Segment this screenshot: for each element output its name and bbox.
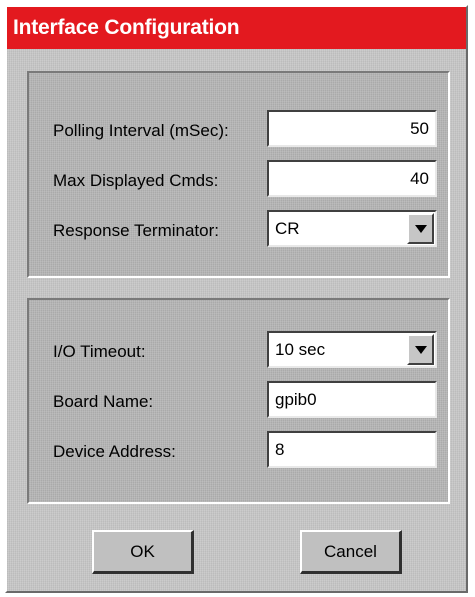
- max-displayed-cmds-input[interactable]: 40: [267, 160, 437, 197]
- board-name-input[interactable]: gpib0: [267, 381, 437, 418]
- dialog-title: Interface Configuration: [7, 7, 466, 49]
- gpib-settings-group: I/O Timeout: 10 sec Board Name: gpib0 De…: [27, 298, 450, 504]
- device-address-input[interactable]: 8: [267, 431, 437, 468]
- board-name-label: Board Name:: [53, 392, 154, 411]
- polling-interval-input[interactable]: 50: [267, 110, 437, 147]
- interface-configuration-dialog: Interface Configuration Polling Interval…: [5, 5, 468, 593]
- response-terminator-label: Response Terminator:: [53, 221, 219, 240]
- io-timeout-select[interactable]: 10 sec: [267, 331, 437, 368]
- display-settings-group: Polling Interval (mSec): 50 Max Displaye…: [27, 71, 450, 278]
- device-address-label: Device Address:: [53, 442, 176, 461]
- ok-button[interactable]: OK: [92, 530, 194, 574]
- response-terminator-value: CR: [275, 219, 300, 238]
- io-timeout-dropdown-button[interactable]: [407, 334, 434, 365]
- response-terminator-dropdown-button[interactable]: [407, 213, 434, 244]
- io-timeout-value: 10 sec: [275, 340, 326, 359]
- cancel-button[interactable]: Cancel: [300, 530, 402, 574]
- response-terminator-select[interactable]: CR: [267, 210, 437, 247]
- io-timeout-label: I/O Timeout:: [53, 342, 146, 361]
- polling-interval-label: Polling Interval (mSec):: [53, 121, 229, 140]
- chevron-down-icon: [415, 225, 427, 233]
- chevron-down-icon: [415, 346, 427, 354]
- max-displayed-cmds-label: Max Displayed Cmds:: [53, 171, 219, 190]
